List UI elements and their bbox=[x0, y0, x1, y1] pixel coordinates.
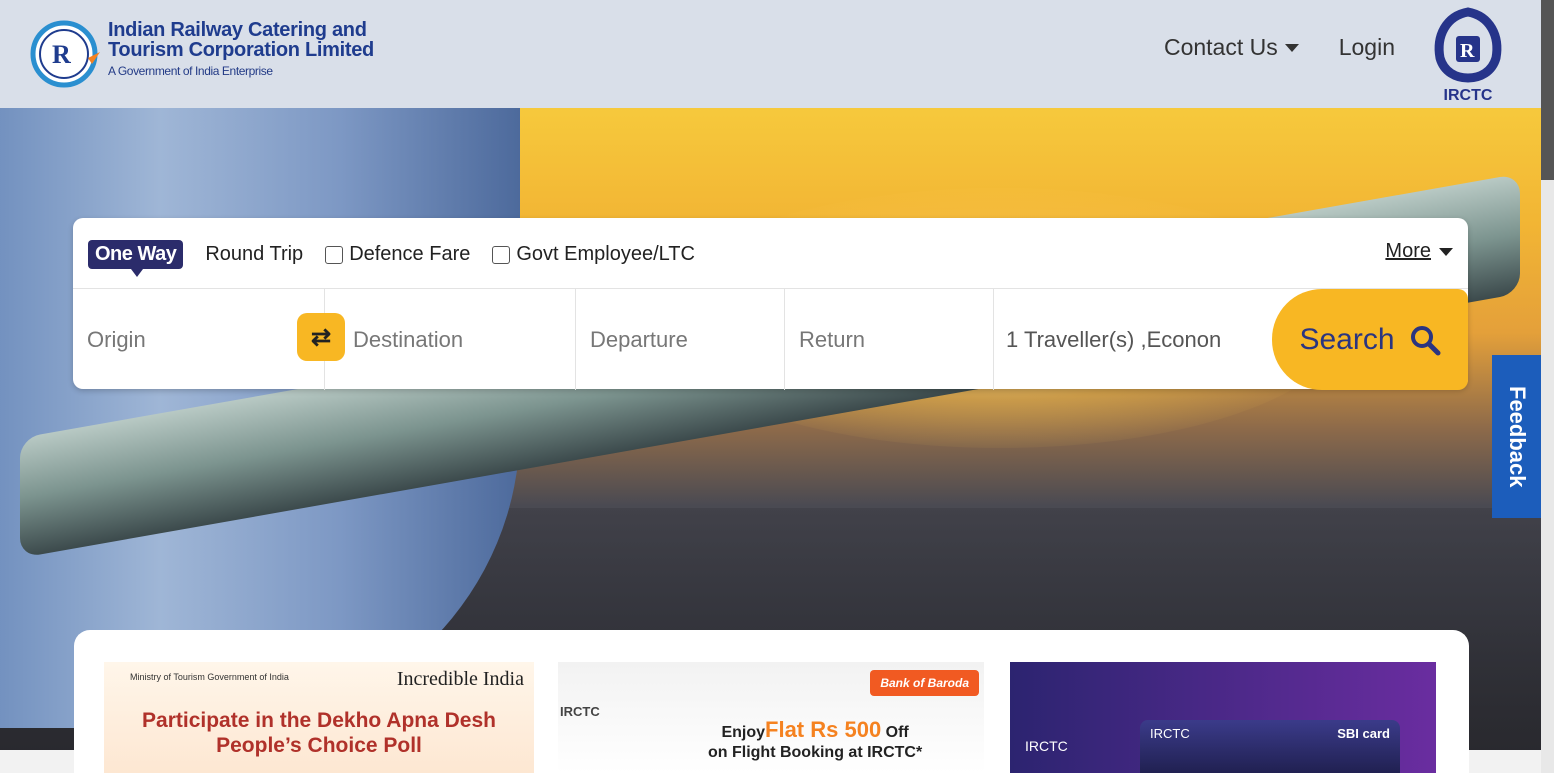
chevron-down-icon bbox=[1439, 247, 1453, 256]
top-nav: Contact Us Login bbox=[1164, 34, 1395, 61]
return-date-input[interactable]: Return bbox=[785, 289, 994, 390]
search-fields: Origin Destination Departure Return 1 Tr… bbox=[73, 288, 1468, 390]
card-irctc-label: IRCTC bbox=[1150, 726, 1190, 741]
irctc-logo-icon[interactable]: R IRCTC bbox=[1428, 6, 1508, 104]
promo-title-line1: Participate in the Dekho Apna Desh bbox=[142, 709, 496, 732]
more-label: More bbox=[1385, 240, 1431, 262]
ministry-of-tourism-text: Ministry of Tourism Government of India bbox=[130, 672, 289, 682]
promo-banner-bank-of-baroda[interactable]: IRCTC Bank of Baroda EnjoyFlat Rs 500 Of… bbox=[558, 662, 984, 773]
brand-text: Indian Railway Catering and Tourism Corp… bbox=[108, 20, 374, 78]
departure-placeholder: Departure bbox=[590, 326, 688, 352]
departure-date-input[interactable]: Departure bbox=[576, 289, 785, 390]
origin-placeholder: Origin bbox=[87, 326, 146, 352]
feedback-label: Feedback bbox=[1505, 385, 1530, 488]
round-trip-tab[interactable]: Round Trip bbox=[205, 243, 303, 266]
flight-search-card: One Way Round Trip Defence Fare Govt Emp… bbox=[73, 218, 1468, 390]
promo-enjoy: Enjoy bbox=[721, 724, 766, 741]
origin-input[interactable]: Origin bbox=[73, 289, 325, 390]
promo-banner-sbi-card[interactable]: IRCTC IRCTC SBI card bbox=[1010, 662, 1436, 773]
defence-fare-option[interactable]: Defence Fare bbox=[325, 243, 470, 266]
return-placeholder: Return bbox=[799, 326, 866, 352]
card-sbi-label: SBI card bbox=[1337, 726, 1390, 741]
login-link[interactable]: Login bbox=[1339, 34, 1395, 61]
bank-of-baroda-logo: Bank of Baroda bbox=[870, 670, 979, 696]
feedback-tab[interactable]: Feedback bbox=[1492, 355, 1542, 518]
swap-icon[interactable]: ⇄ bbox=[297, 313, 345, 361]
contact-us-label: Contact Us bbox=[1163, 34, 1278, 60]
svg-text:R: R bbox=[1460, 40, 1475, 62]
defence-fare-label: Defence Fare bbox=[349, 243, 471, 265]
more-dropdown[interactable]: More bbox=[1385, 240, 1453, 263]
govt-employee-option[interactable]: Govt Employee/LTC bbox=[492, 243, 695, 266]
trip-type-row: One Way Round Trip Defence Fare Govt Emp… bbox=[88, 240, 695, 277]
search-icon bbox=[1410, 325, 1441, 355]
brand-subtitle: A Government of India Enterprise bbox=[108, 64, 273, 78]
promo-on-text: on Flight Booking at IRCTC* bbox=[708, 744, 923, 761]
promo-title-line2: People’s Choice Poll bbox=[216, 734, 422, 757]
govt-employee-label: Govt Employee/LTC bbox=[516, 243, 695, 265]
site-header: R Indian Railway Catering and Tourism Co… bbox=[0, 0, 1541, 108]
promo-title: Participate in the Dekho Apna Desh Peopl… bbox=[104, 708, 534, 758]
defence-fare-checkbox[interactable] bbox=[325, 245, 344, 264]
svg-text:R: R bbox=[52, 40, 71, 69]
irctc-emblem-icon: R bbox=[30, 20, 100, 88]
brand-name-line2: Tourism Corporation Limited bbox=[108, 39, 374, 61]
promo-offer-text: EnjoyFlat Rs 500 Off on Flight Booking a… bbox=[708, 717, 923, 763]
irctc-brand[interactable]: R Indian Railway Catering and Tourism Co… bbox=[30, 20, 374, 88]
destination-input[interactable]: Destination bbox=[325, 289, 576, 390]
irctc-label: IRCTC bbox=[1025, 738, 1068, 754]
chevron-down-icon bbox=[1284, 43, 1299, 52]
search-button-label: Search bbox=[1299, 322, 1395, 356]
brand-name-line1: Indian Railway Catering and bbox=[108, 19, 367, 41]
promo-banner-dekho-apna-desh[interactable]: Ministry of Tourism Government of India … bbox=[104, 662, 534, 773]
page-scrollbar[interactable] bbox=[1541, 0, 1554, 773]
govt-employee-checkbox[interactable] bbox=[492, 245, 511, 264]
promo-off: Off bbox=[885, 724, 909, 741]
incredible-india-logo: Incredible India bbox=[396, 668, 524, 690]
one-way-tab[interactable]: One Way bbox=[88, 240, 184, 277]
scrollbar-thumb[interactable] bbox=[1541, 0, 1554, 180]
travellers-value: 1 Traveller(s) ,Econon bbox=[1006, 326, 1222, 352]
promo-flat-amount: Flat Rs 500 bbox=[765, 717, 882, 742]
destination-placeholder: Destination bbox=[353, 326, 464, 352]
contact-us-menu[interactable]: Contact Us bbox=[1164, 34, 1299, 61]
search-button[interactable]: Search bbox=[1272, 289, 1468, 390]
travellers-class-selector[interactable]: 1 Traveller(s) ,Econon bbox=[994, 289, 1274, 390]
promo-banners-section: Ministry of Tourism Government of India … bbox=[74, 630, 1469, 773]
sbi-card-image: IRCTC SBI card bbox=[1140, 720, 1400, 773]
irctc-logo-text: IRCTC bbox=[1444, 87, 1493, 104]
irctc-label: IRCTC bbox=[560, 704, 600, 719]
